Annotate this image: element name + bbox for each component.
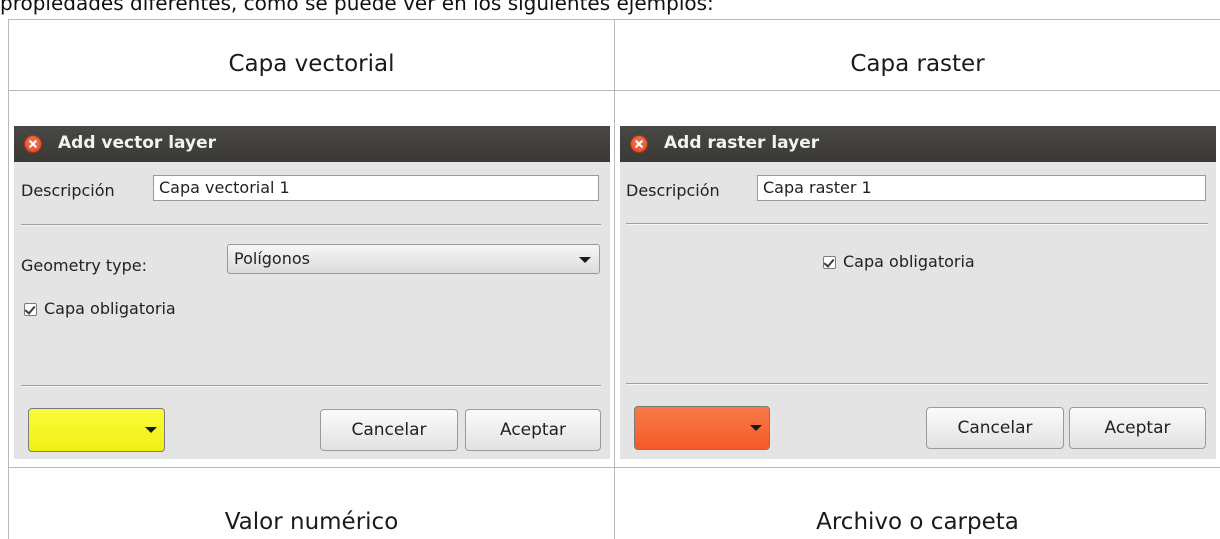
description-label: Descripción xyxy=(21,181,115,200)
description-input[interactable]: Capa raster 1 xyxy=(757,175,1206,201)
description-label: Descripción xyxy=(626,181,720,200)
caption-vector-layer: Capa vectorial xyxy=(228,51,395,77)
geometry-type-value: Polígonos xyxy=(234,249,310,268)
description-input[interactable]: Capa vectorial 1 xyxy=(153,175,599,201)
chevron-down-icon xyxy=(579,257,591,263)
accept-button[interactable]: Aceptar xyxy=(465,409,601,451)
layer-color-button[interactable] xyxy=(634,406,770,450)
layer-color-button[interactable] xyxy=(28,408,165,452)
dialog-title: Add vector layer xyxy=(58,133,216,153)
add-vector-layer-dialog: Add vector layer Descripción Capa vector… xyxy=(14,126,610,459)
close-icon[interactable] xyxy=(24,135,42,153)
geometry-type-label: Geometry type: xyxy=(21,256,147,275)
table-border-left xyxy=(8,19,9,539)
separator xyxy=(626,383,1208,384)
chevron-down-icon xyxy=(750,425,762,431)
separator xyxy=(21,224,601,225)
caption-raster-layer: Capa raster xyxy=(850,51,985,77)
caption-numeric-value: Valor numérico xyxy=(224,509,399,535)
chevron-down-icon xyxy=(145,427,157,433)
mandatory-layer-checkbox[interactable]: Capa obligatoria xyxy=(24,299,224,321)
dialog-titlebar: Add raster layer xyxy=(620,126,1216,162)
mandatory-layer-label: Capa obligatoria xyxy=(843,252,975,271)
dialog-title: Add raster layer xyxy=(664,133,820,153)
accept-button[interactable]: Aceptar xyxy=(1069,407,1206,449)
close-icon[interactable] xyxy=(630,135,648,153)
checkbox-checked-icon xyxy=(823,256,836,269)
table-border-center xyxy=(614,19,615,539)
cancel-button[interactable]: Cancelar xyxy=(320,409,458,451)
intro-text: propiedades diferentes, como se puede ve… xyxy=(0,0,714,15)
mandatory-layer-label: Capa obligatoria xyxy=(44,299,176,318)
add-raster-layer-dialog: Add raster layer Descripción Capa raster… xyxy=(620,126,1216,459)
checkbox-checked-icon xyxy=(24,303,37,316)
separator xyxy=(626,223,1208,224)
cancel-button[interactable]: Cancelar xyxy=(926,407,1064,449)
dialog-titlebar: Add vector layer xyxy=(14,126,610,162)
caption-file-or-folder: Archivo o carpeta xyxy=(816,509,1019,535)
geometry-type-select[interactable]: Polígonos xyxy=(227,244,600,274)
separator xyxy=(21,385,601,386)
mandatory-layer-checkbox[interactable]: Capa obligatoria xyxy=(823,252,1023,274)
